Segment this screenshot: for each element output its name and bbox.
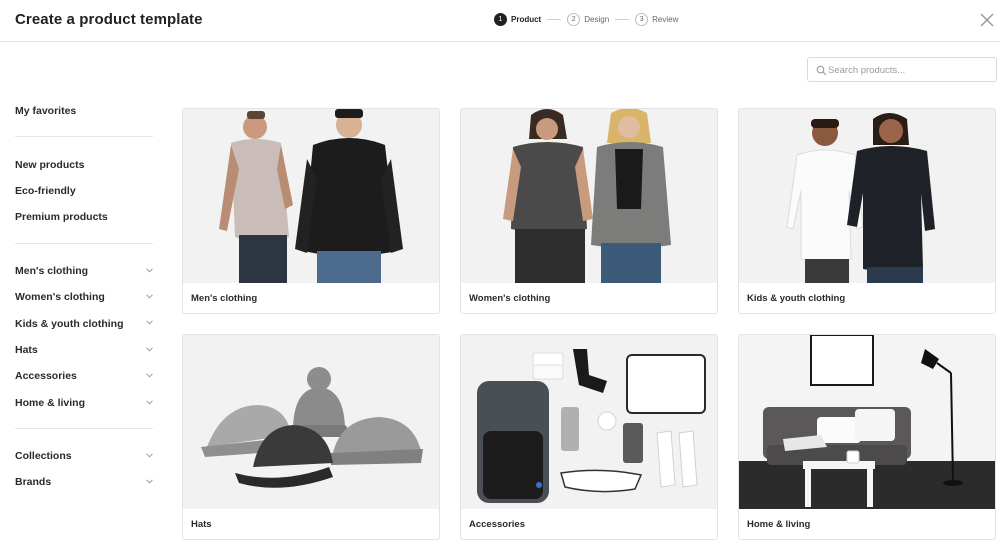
category-sidebar: My favorites New products Eco-friendly P… [15, 98, 155, 496]
sidebar-item-mens-clothing[interactable]: Men's clothing [15, 258, 155, 284]
sidebar-item-new-products[interactable]: New products [15, 151, 155, 177]
search-icon [816, 65, 827, 76]
sidebar-item-womens-clothing[interactable]: Women's clothing [15, 284, 155, 310]
search-input[interactable] [828, 61, 993, 79]
modal-header: Create a product template 1 Product 2 De… [0, 0, 1000, 42]
category-card-label: Kids & youth clothing [747, 293, 846, 304]
sidebar-item-label: Men's clothing [15, 264, 89, 277]
step-design[interactable]: 2 Design [567, 13, 609, 26]
stepper: 1 Product 2 Design 3 Review [494, 13, 678, 26]
step-label: Product [511, 15, 542, 24]
sidebar-item-kids-youth-clothing[interactable]: Kids & youth clothing [15, 310, 155, 336]
sidebar-item-home-living[interactable]: Home & living [15, 390, 155, 416]
chevron-down-icon [146, 479, 153, 484]
chevron-down-icon [146, 399, 153, 405]
sidebar-item-label: Women's clothing [15, 291, 105, 304]
sidebar-item-accessories[interactable]: Accessories [15, 363, 155, 389]
category-card-mens-clothing[interactable]: Men's clothing [182, 108, 440, 314]
step-connector [615, 19, 630, 20]
womens-clothing-image [461, 109, 717, 283]
sidebar-item-hats[interactable]: Hats [15, 337, 155, 363]
sidebar-item-brands[interactable]: Brands [15, 469, 155, 495]
sidebar-item-label: Premium products [15, 211, 108, 224]
category-card-label: Women's clothing [469, 293, 551, 304]
category-card-womens-clothing[interactable]: Women's clothing [460, 108, 718, 314]
sidebar-item-label: New products [15, 158, 85, 171]
sidebar-item-label: Brands [15, 476, 52, 489]
category-card-home-living[interactable]: Home & living [738, 334, 996, 540]
category-card-label: Accessories [469, 519, 525, 530]
sidebar-item-eco-friendly[interactable]: Eco-friendly [15, 178, 155, 204]
sidebar-item-label: Accessories [15, 370, 77, 383]
sidebar-item-label: My favorites [15, 105, 77, 118]
step-connector [547, 19, 562, 20]
sidebar-divider [15, 136, 153, 138]
chevron-down-icon [146, 320, 153, 325]
hats-image [183, 335, 439, 509]
mens-clothing-image [183, 109, 439, 283]
search-box [807, 57, 997, 82]
sidebar-item-my-favorites[interactable]: My favorites [15, 98, 155, 124]
close-icon[interactable] [980, 13, 994, 27]
chevron-down-icon [146, 294, 153, 299]
sidebar-item-premium-products[interactable]: Premium products [15, 204, 155, 230]
page-title: Create a product template [15, 11, 203, 28]
category-card-kids-youth-clothing[interactable]: Kids & youth clothing [738, 108, 996, 314]
step-label: Design [584, 15, 610, 24]
step-review[interactable]: 3 Review [635, 13, 678, 26]
sidebar-divider [15, 242, 153, 244]
accessories-image [461, 335, 717, 509]
step-number: 1 [494, 13, 507, 26]
category-card-label: Men's clothing [191, 293, 258, 304]
chevron-down-icon [146, 373, 153, 378]
step-product[interactable]: 1 Product [494, 13, 541, 26]
category-card-hats[interactable]: Hats [182, 334, 440, 540]
step-number: 3 [635, 13, 649, 26]
category-card-accessories[interactable]: Accessories [460, 334, 718, 540]
sidebar-divider [15, 427, 153, 429]
sidebar-item-label: Eco-friendly [15, 184, 76, 197]
chevron-down-icon [146, 453, 153, 458]
step-label: Review [652, 15, 679, 24]
chevron-down-icon [146, 347, 153, 352]
sidebar-item-collections[interactable]: Collections [15, 443, 155, 469]
category-card-label: Hats [191, 519, 212, 530]
category-card-label: Home & living [747, 519, 811, 530]
sidebar-item-label: Kids & youth clothing [15, 317, 124, 330]
sidebar-item-label: Hats [15, 343, 38, 356]
step-number: 2 [567, 13, 581, 26]
sidebar-item-label: Collections [15, 450, 72, 463]
kids-youth-clothing-image [739, 109, 995, 283]
chevron-down-icon [146, 268, 153, 273]
home-living-image [739, 335, 995, 509]
sidebar-item-label: Home & living [15, 396, 86, 409]
